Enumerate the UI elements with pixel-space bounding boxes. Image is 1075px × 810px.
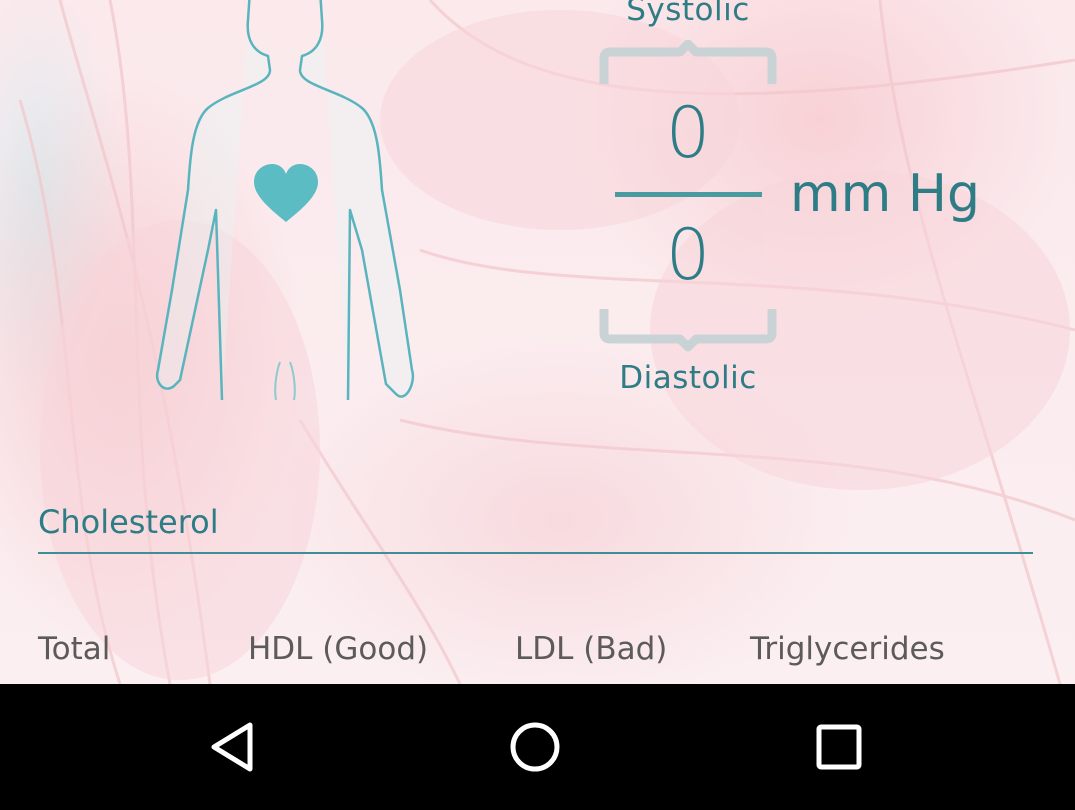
systolic-bracket-top: [599, 40, 777, 84]
main-content: Systolic 0 mm Hg 0 Diastolic Cholesterol…: [0, 0, 1075, 684]
diastolic-label: Diastolic: [619, 360, 757, 396]
cholesterol-divider: [38, 552, 1033, 554]
recents-square-icon: [816, 724, 862, 770]
diastolic-bracket-bottom: [599, 309, 777, 352]
heart-icon: [254, 164, 318, 222]
cholesterol-total-label: Total: [38, 631, 111, 667]
body-figure-icon: [155, 0, 415, 401]
cholesterol-ldl-label: LDL (Bad): [515, 631, 668, 667]
android-navigation-bar: [0, 684, 1075, 810]
bp-divider-line: [615, 192, 762, 197]
cholesterol-title: Cholesterol: [38, 503, 219, 541]
diastolic-value-input[interactable]: 0: [608, 214, 768, 296]
home-circle-icon: [510, 722, 560, 772]
systolic-value-input[interactable]: 0: [608, 92, 768, 174]
health-screen: Systolic 0 mm Hg 0 Diastolic Cholesterol…: [0, 0, 1075, 810]
back-button[interactable]: [172, 684, 292, 810]
home-button[interactable]: [475, 684, 595, 810]
cholesterol-triglycerides-label: Triglycerides: [750, 631, 945, 667]
systolic-label: Systolic: [626, 0, 750, 28]
bp-unit-label: mm Hg: [790, 164, 980, 224]
back-triangle-icon: [211, 722, 253, 772]
recents-button[interactable]: [779, 684, 899, 810]
cholesterol-hdl-label: HDL (Good): [248, 631, 429, 667]
